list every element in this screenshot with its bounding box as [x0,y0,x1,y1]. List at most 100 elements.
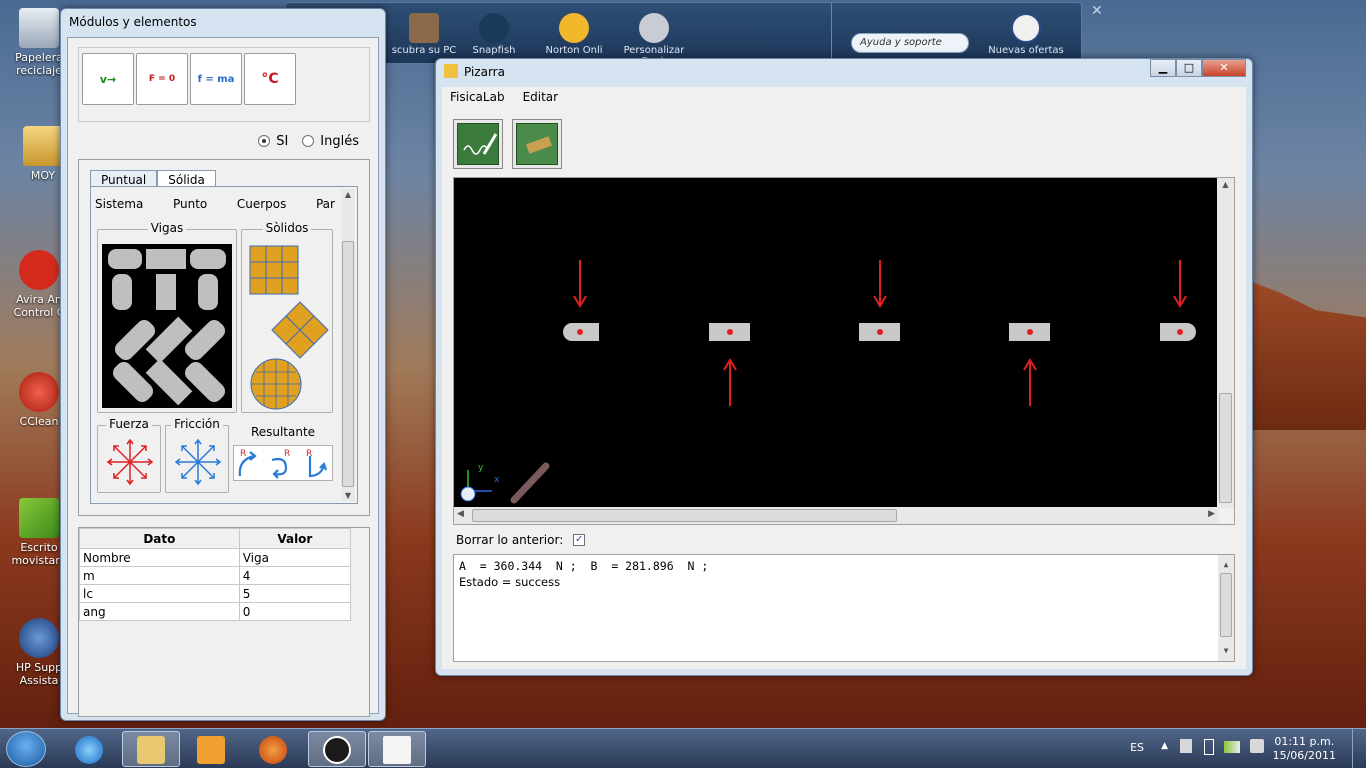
maximize-button[interactable]: □ [1176,59,1202,77]
canvas-vertical-scrollbar[interactable]: ▲ [1217,178,1234,508]
taskbar-firefox[interactable] [244,731,302,767]
unit-si-option[interactable]: SI [258,134,288,149]
radio-ingles[interactable] [302,135,315,147]
scroll-up-icon[interactable]: ▲ [1218,557,1234,573]
gear-icon [639,13,669,43]
beam-vertical[interactable] [156,274,176,310]
menu-editar[interactable]: Editar [523,90,559,104]
scroll-up-icon[interactable]: ▲ [341,190,355,199]
group-solidos: Sòlidos [241,221,333,413]
gadget-new-offers[interactable]: Nuevas ofertas [984,13,1068,56]
hp-icon [323,736,351,764]
dynamics-icon: f = ma [197,73,235,85]
beam-rect[interactable] [146,249,186,269]
force-arrows-icon[interactable] [100,434,160,490]
palette-scroll-thumb[interactable] [342,241,354,487]
tray-expand-icon[interactable]: ▲ [1161,741,1168,751]
help-search-input[interactable]: Ayuda y soporte [851,33,969,53]
close-icon[interactable]: ✕ [1091,3,1103,19]
tab-panel-solida: Sistema Punto Cuerpos Par Vigas Sòlidos … [90,186,358,504]
cell-value[interactable]: Viga [238,548,352,567]
category-cuerpos[interactable]: Cuerpos [237,197,287,211]
language-indicator[interactable]: ES [1130,741,1144,754]
close-button[interactable]: ✕ [1202,59,1246,77]
clear-button[interactable] [512,119,562,169]
friction-arrows-icon[interactable] [168,434,228,490]
cell-value[interactable]: 4 [238,566,352,585]
minimize-button[interactable]: ▁ [1150,59,1176,77]
resultant-icons[interactable]: RRR [234,446,332,480]
action-center-icon[interactable] [1180,739,1192,753]
group-fuerza-label: Fuerza [106,417,152,431]
avira-icon [19,250,59,290]
start-button[interactable] [6,731,46,767]
beam-vertical-rounded[interactable] [112,274,132,310]
modules-window: Módulos y elementos v→ F = 0 f = ma °C S… [60,8,386,721]
cell-value[interactable]: 0 [238,602,352,621]
taskbar-ie[interactable] [60,731,118,767]
palette-scrollbar[interactable]: ▲ ▼ [341,189,355,501]
table-row: ang 0 [79,602,352,621]
taskbar-explorer[interactable] [122,731,180,767]
volume-icon[interactable] [1250,739,1264,753]
show-desktop-button[interactable] [1352,729,1366,768]
beam-rounded-left[interactable] [108,249,142,269]
scroll-right-icon[interactable]: ▶ [1208,509,1215,519]
group-vigas: Vigas [97,221,237,413]
category-par[interactable]: Par [316,197,335,211]
beam-vertical-rounded-2[interactable] [198,274,218,310]
battery-icon[interactable] [1204,739,1214,755]
hp-support-icon [19,618,59,658]
taskbar-fisicalab[interactable] [368,731,426,767]
canvas-horizontal-scrollbar[interactable]: ◀ ▶ [454,507,1219,524]
radio-si[interactable] [258,135,271,147]
taskbar-media[interactable] [182,731,240,767]
canvas-vscroll-thumb[interactable] [1219,393,1232,503]
blackboard-canvas[interactable]: y x [454,178,1219,508]
table-row: Nombre Viga [79,548,352,567]
module-kinematics-button[interactable]: v→ [82,53,134,105]
output-scroll-thumb[interactable] [1220,573,1232,637]
menu-fisicalab[interactable]: FisicaLab [450,90,505,104]
data-panel: Dato Valor Nombre Viga m 4 lc 5 ang 0 [78,527,370,717]
clock[interactable]: 01:11 p.m. 15/06/2011 [1273,735,1336,763]
gadget-snapfish[interactable]: Snapfish [452,13,536,56]
canvas-hscroll-thumb[interactable] [472,509,897,522]
scroll-down-icon[interactable]: ▼ [1218,643,1234,659]
results-output[interactable]: A = 360.344 N ; B = 281.896 N ; Estado =… [453,554,1235,662]
module-dynamics-button[interactable]: f = ma [190,53,242,105]
cell-key: ang [79,602,240,621]
gadget-label: Snapfish [472,45,516,56]
network-signal-icon[interactable] [1224,741,1240,753]
clock-date: 15/06/2011 [1272,749,1336,762]
svg-text:R: R [284,449,290,459]
cell-key: Nombre [79,548,240,567]
solid-square[interactable] [249,245,299,295]
output-scrollbar[interactable]: ▲ ▼ [1218,555,1234,661]
solve-button[interactable] [453,119,503,169]
scroll-left-icon[interactable]: ◀ [457,509,464,519]
category-sistema[interactable]: Sistema [95,197,143,211]
column-header-valor: Valor [238,528,352,549]
clear-previous-checkbox[interactable]: ✓ [573,534,586,546]
scroll-down-icon[interactable]: ▼ [341,491,355,500]
gadget-norton[interactable]: Norton Onli [532,13,616,56]
cell-value[interactable]: 5 [238,584,352,603]
canvas-scroll-area: y x ▲ ◀ ▶ [453,177,1235,525]
data-table: Dato Valor Nombre Viga m 4 lc 5 ang 0 [79,528,352,621]
group-resultante-label: Resultante [250,425,316,439]
blackboard-solve-icon [457,123,499,165]
taskbar-hp[interactable] [308,731,366,767]
table-row: m 4 [79,566,352,585]
window-title: Módulos y elementos [69,15,197,29]
pizarra-client-area: y x ▲ ◀ ▶ Borrar lo anterior: ✓ A = 360.… [442,107,1246,669]
category-punto[interactable]: Punto [173,197,207,211]
module-statics-button[interactable]: F = 0 [136,53,188,105]
gadget-label: Nuevas ofertas [988,45,1064,56]
media-player-icon [197,736,225,764]
scroll-up-icon[interactable]: ▲ [1217,180,1234,189]
unit-ingles-option[interactable]: Inglés [302,134,359,149]
folder-icon [137,736,165,764]
module-thermo-button[interactable]: °C [244,53,296,105]
beam-rounded-right[interactable] [190,249,226,269]
